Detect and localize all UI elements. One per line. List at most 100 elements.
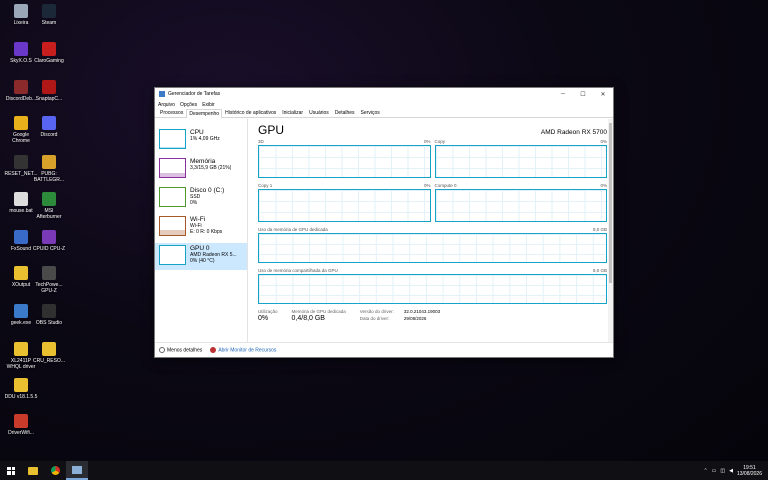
stat-dedicated: Memória de GPU dedicada 0,4/8,0 GB bbox=[292, 309, 346, 322]
desktop-icon[interactable]: MSI Afterburner bbox=[32, 192, 66, 220]
sidebar-thumb-fill bbox=[160, 173, 185, 177]
sidebar-text: Disco 0 (C:) SSD 0% bbox=[190, 187, 224, 210]
clock[interactable]: 19:51 13/08/2026 bbox=[737, 465, 762, 477]
chrome-icon bbox=[50, 466, 60, 475]
tab-bar: Processos Desempenho Histórico de aplica… bbox=[155, 109, 613, 118]
sidebar-item[interactable]: Disco 0 (C:) SSD 0% bbox=[155, 185, 247, 212]
app-icon bbox=[14, 414, 28, 428]
sidebar-thumb bbox=[159, 158, 186, 178]
graph-copy-frame bbox=[434, 145, 607, 178]
taskbar-explorer[interactable] bbox=[22, 461, 44, 480]
desktop-icon-label: CPUID CPU-Z bbox=[32, 246, 66, 252]
tab-desempenho[interactable]: Desempenho bbox=[186, 109, 223, 118]
gpu-panel: GPU AMD Radeon RX 5700 3D 0% Copy 0% Copy … bbox=[248, 119, 613, 342]
system-tray: ⌃ ▭ ◫ ◀ 19:51 13/08/2026 bbox=[703, 461, 762, 480]
less-details-button[interactable]: Menos detalhes bbox=[159, 346, 203, 354]
desktop-icon[interactable]: ClaroGaming bbox=[32, 42, 66, 64]
desktop-icon-label: MSI Afterburner bbox=[36, 208, 62, 220]
graph-row-top: 3D 0% Copy 0% bbox=[258, 139, 607, 178]
shared-frame bbox=[258, 274, 607, 304]
desktop-icon-label: SnaptapC... bbox=[35, 96, 63, 102]
app-icon bbox=[14, 266, 28, 280]
resource-monitor-label: Abrir Monitor de Recursos bbox=[218, 347, 277, 354]
sidebar-text: Wi-Fi Wi-Fi E: 0 R: 0 Kbps bbox=[190, 216, 222, 239]
less-details-label: Menos detalhes bbox=[167, 347, 203, 354]
app-icon bbox=[42, 4, 56, 18]
scrollbar-thumb[interactable] bbox=[609, 123, 612, 283]
taskbar-task-manager[interactable] bbox=[66, 461, 88, 480]
graph-3d[interactable]: 3D 0% bbox=[258, 139, 431, 178]
sidebar-text: GPU 0 AMD Radeon RX 5... 0% (40 °C) bbox=[190, 245, 237, 268]
resource-monitor-link[interactable]: Abrir Monitor de Recursos bbox=[210, 346, 277, 354]
desktop-icon-label: CRU_RESO... bbox=[33, 358, 65, 364]
maximize-button[interactable]: ☐ bbox=[573, 91, 593, 98]
sidebar-item[interactable]: Memória 3,3/15,9 GB (21%) bbox=[155, 156, 247, 183]
graph-copy[interactable]: Copy 0% bbox=[434, 139, 607, 178]
menu-opcoes[interactable]: Opções bbox=[180, 102, 197, 108]
graph-copy1[interactable]: Copy 1 0% bbox=[258, 183, 431, 222]
desktop-icon-label: DriverWifi... bbox=[8, 430, 34, 436]
network-icon[interactable]: ◫ bbox=[720, 468, 725, 474]
app-icon bbox=[42, 230, 56, 244]
app-icon bbox=[14, 342, 28, 356]
menu-arquivo[interactable]: Arquivo bbox=[158, 102, 175, 108]
chevron-up-tray-icon[interactable]: ⌃ bbox=[703, 468, 707, 474]
sidebar-item[interactable]: Wi-Fi Wi-Fi E: 0 R: 0 Kbps bbox=[155, 214, 247, 241]
sidebar-thumb-fill bbox=[160, 229, 185, 235]
taskbar: ⌃ ▭ ◫ ◀ 19:51 13/08/2026 bbox=[0, 461, 768, 480]
task-manager-window: Gerenciador de Tarefas ─ ☐ ✕ Arquivo Opç… bbox=[154, 87, 614, 358]
desktop-icon[interactable]: CPUID CPU-Z bbox=[32, 230, 66, 252]
window-controls: ─ ☐ ✕ bbox=[553, 91, 613, 98]
task-manager-icon bbox=[159, 91, 165, 97]
tab-processos[interactable]: Processos bbox=[157, 108, 186, 117]
close-button[interactable]: ✕ bbox=[593, 91, 613, 98]
desktop-icon[interactable]: DriverWifi... bbox=[4, 414, 38, 436]
tab-historico[interactable]: Histórico de aplicativos bbox=[222, 108, 279, 117]
sidebar-thumb bbox=[159, 245, 186, 265]
sidebar-item[interactable]: CPU 1% 4,09 GHz bbox=[155, 127, 247, 154]
start-button[interactable] bbox=[0, 461, 22, 480]
window-title: Gerenciador de Tarefas bbox=[168, 91, 221, 97]
desktop-icon[interactable]: CRU_RESO... bbox=[32, 342, 66, 364]
app-icon bbox=[14, 230, 28, 244]
desktop-icon[interactable]: SnaptapC... bbox=[32, 80, 66, 102]
tab-inicializar[interactable]: Inicializar bbox=[279, 108, 306, 117]
sidebar-line1: 1% 4,09 GHz bbox=[190, 136, 220, 142]
windows-logo-icon bbox=[7, 466, 15, 475]
sidebar-text: Memória 3,3/15,9 GB (21%) bbox=[190, 158, 231, 181]
desktop-icon[interactable]: PUBG: BATTLEGR... bbox=[32, 155, 66, 183]
desktop-icon-label: PUBG: BATTLEGR... bbox=[33, 171, 65, 183]
volume-icon[interactable]: ◀ bbox=[729, 468, 733, 474]
graph-copy1-frame bbox=[258, 189, 431, 222]
tab-detalhes[interactable]: Detalhes bbox=[332, 108, 358, 117]
resource-monitor-icon bbox=[210, 346, 217, 353]
desktop-icon-label: Discord bbox=[40, 132, 58, 138]
sidebar-thumb bbox=[159, 216, 186, 236]
taskbar-chrome[interactable] bbox=[44, 461, 66, 480]
folder-icon bbox=[28, 466, 38, 475]
desktop-icon[interactable]: Discord bbox=[32, 116, 66, 138]
stat-driver-date-value: 29/08/2026 bbox=[403, 316, 427, 321]
app-icon bbox=[14, 192, 28, 206]
display-icon[interactable]: ▭ bbox=[712, 468, 717, 474]
app-icon bbox=[42, 266, 56, 280]
shared-memory-graph: Uso de memória compartilhada da GPU 8,0 G… bbox=[258, 268, 607, 304]
sidebar-item[interactable]: GPU 0 AMD Radeon RX 5... 0% (40 °C) bbox=[155, 243, 247, 270]
desktop-icon-label: Steam bbox=[41, 20, 57, 26]
title-bar[interactable]: Gerenciador de Tarefas ─ ☐ ✕ bbox=[155, 88, 613, 100]
desktop-icon[interactable]: TechPowe... GPU-Z bbox=[32, 266, 66, 294]
graph-compute0[interactable]: Compute 0 0% bbox=[434, 183, 607, 222]
desktop-icon[interactable]: Steam bbox=[32, 4, 66, 26]
clock-date: 13/08/2026 bbox=[736, 470, 762, 477]
panel-scrollbar[interactable] bbox=[608, 119, 613, 342]
app-icon bbox=[42, 304, 56, 318]
gpu-stats: Utilização 0% Memória de GPU dedicada 0,… bbox=[258, 309, 607, 322]
tab-servicos[interactable]: Serviços bbox=[358, 108, 383, 117]
menu-exibir[interactable]: Exibir bbox=[202, 102, 215, 108]
dedicated-frame bbox=[258, 233, 607, 263]
desktop-icon[interactable]: OBS Studio bbox=[32, 304, 66, 326]
minimize-button[interactable]: ─ bbox=[553, 91, 573, 98]
tab-usuarios[interactable]: Usuários bbox=[306, 108, 332, 117]
desktop-icon[interactable]: DDU v18.1.5.5 bbox=[4, 378, 38, 400]
sidebar-thumb-fill bbox=[160, 147, 185, 148]
